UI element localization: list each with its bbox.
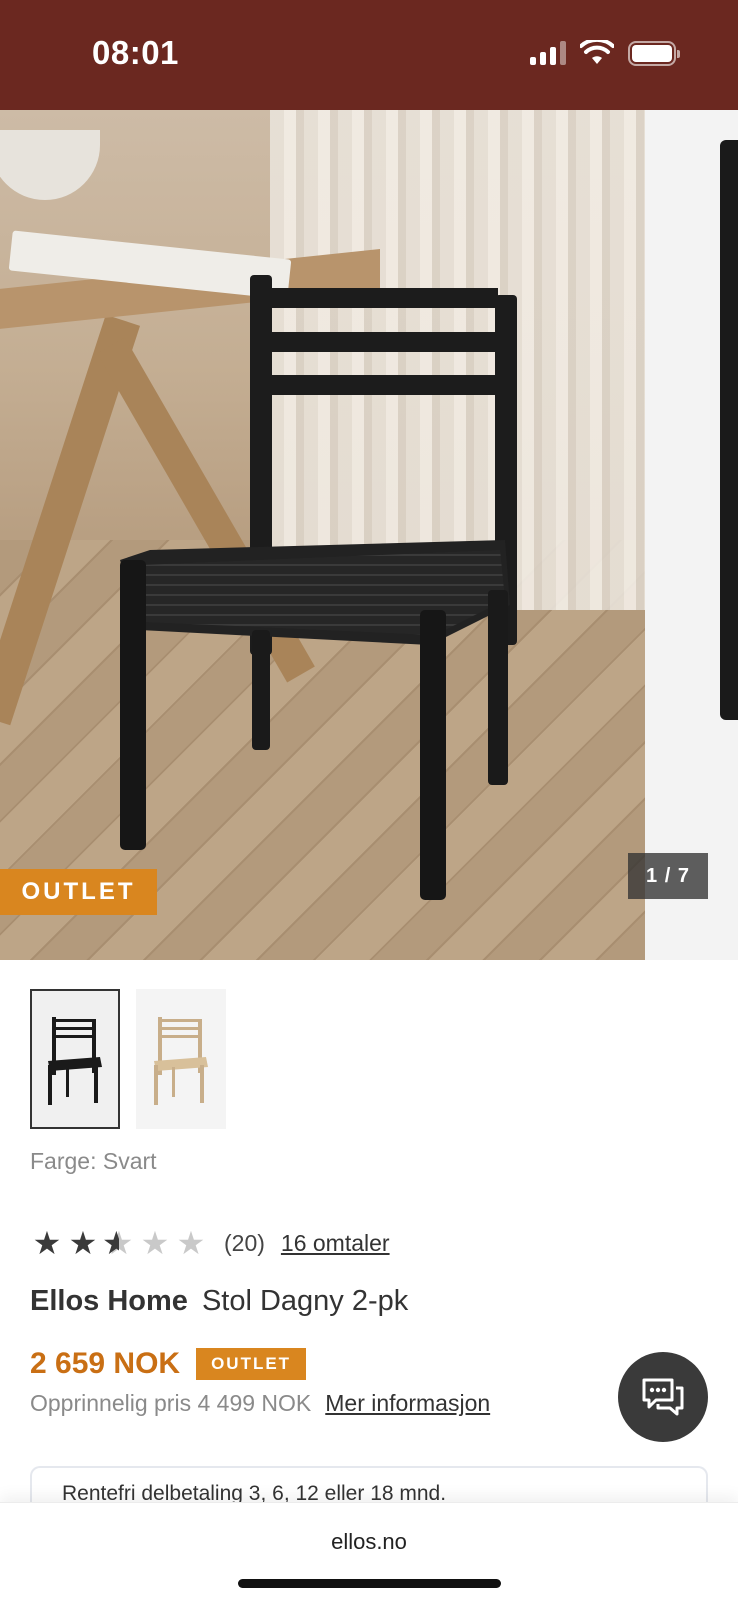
thumbnail-natural[interactable] [136,989,226,1129]
product-brand[interactable]: Ellos Home [30,1285,188,1317]
status-time: 08:01 [92,34,179,71]
empty-star-icon: ★ [140,1225,170,1261]
signal-icon [530,41,566,65]
color-thumbnails [30,989,226,1129]
outlet-tag: OUTLET [0,869,157,915]
thumbnail-black[interactable] [30,989,120,1129]
half-star-icon: ★ ★ [102,1225,134,1261]
product-main-image[interactable] [0,110,645,960]
star-icon: ★ [68,1225,98,1261]
chair-illustration [120,275,517,900]
chat-button[interactable] [618,1352,708,1442]
image-counter: 1 / 7 [628,853,708,899]
empty-star-icon: ★ [176,1225,206,1261]
chair-thumbnail-black [48,1017,102,1105]
outlet-badge: OUTLET [196,1348,307,1380]
status-bar: 08:01 [0,0,738,110]
chair-thumbnail-natural [154,1017,208,1105]
star-rating[interactable]: ★ ★ ★ ★ ★ ★ [30,1227,208,1259]
next-image-peek[interactable] [645,110,738,960]
product-price: 2 659 NOK [30,1347,181,1380]
home-indicator[interactable] [238,1579,501,1588]
rating-count: (20) [224,1229,265,1256]
more-info-link[interactable]: Mer informasjon [325,1390,490,1416]
url-address[interactable]: ellos.no [0,1529,738,1555]
wifi-icon [580,40,614,64]
product-image-gallery[interactable]: OUTLET 1 / 7 [0,110,738,960]
browser-bottom-bar: ellos.no [0,1502,738,1600]
star-icon: ★ [32,1225,62,1261]
price-row: 2 659 NOK OUTLET [30,1347,307,1381]
product-title: Ellos Home Stol Dagny 2-pk [30,1285,408,1318]
product-name: Stol Dagny 2-pk [201,1285,409,1317]
color-label: Farge: Svart [30,1148,157,1174]
rating-row: ★ ★ ★ ★ ★ ★ (20) 16 omtaler [30,1223,390,1263]
original-price: Opprinnelig pris 4 499 NOK [30,1390,312,1416]
reviews-link[interactable]: 16 omtaler [281,1230,390,1257]
battery-icon [628,40,680,66]
chat-icon [642,1378,684,1416]
original-price-row: Opprinnelig pris 4 499 NOK Mer informasjo… [30,1390,490,1417]
status-icons [530,40,680,66]
